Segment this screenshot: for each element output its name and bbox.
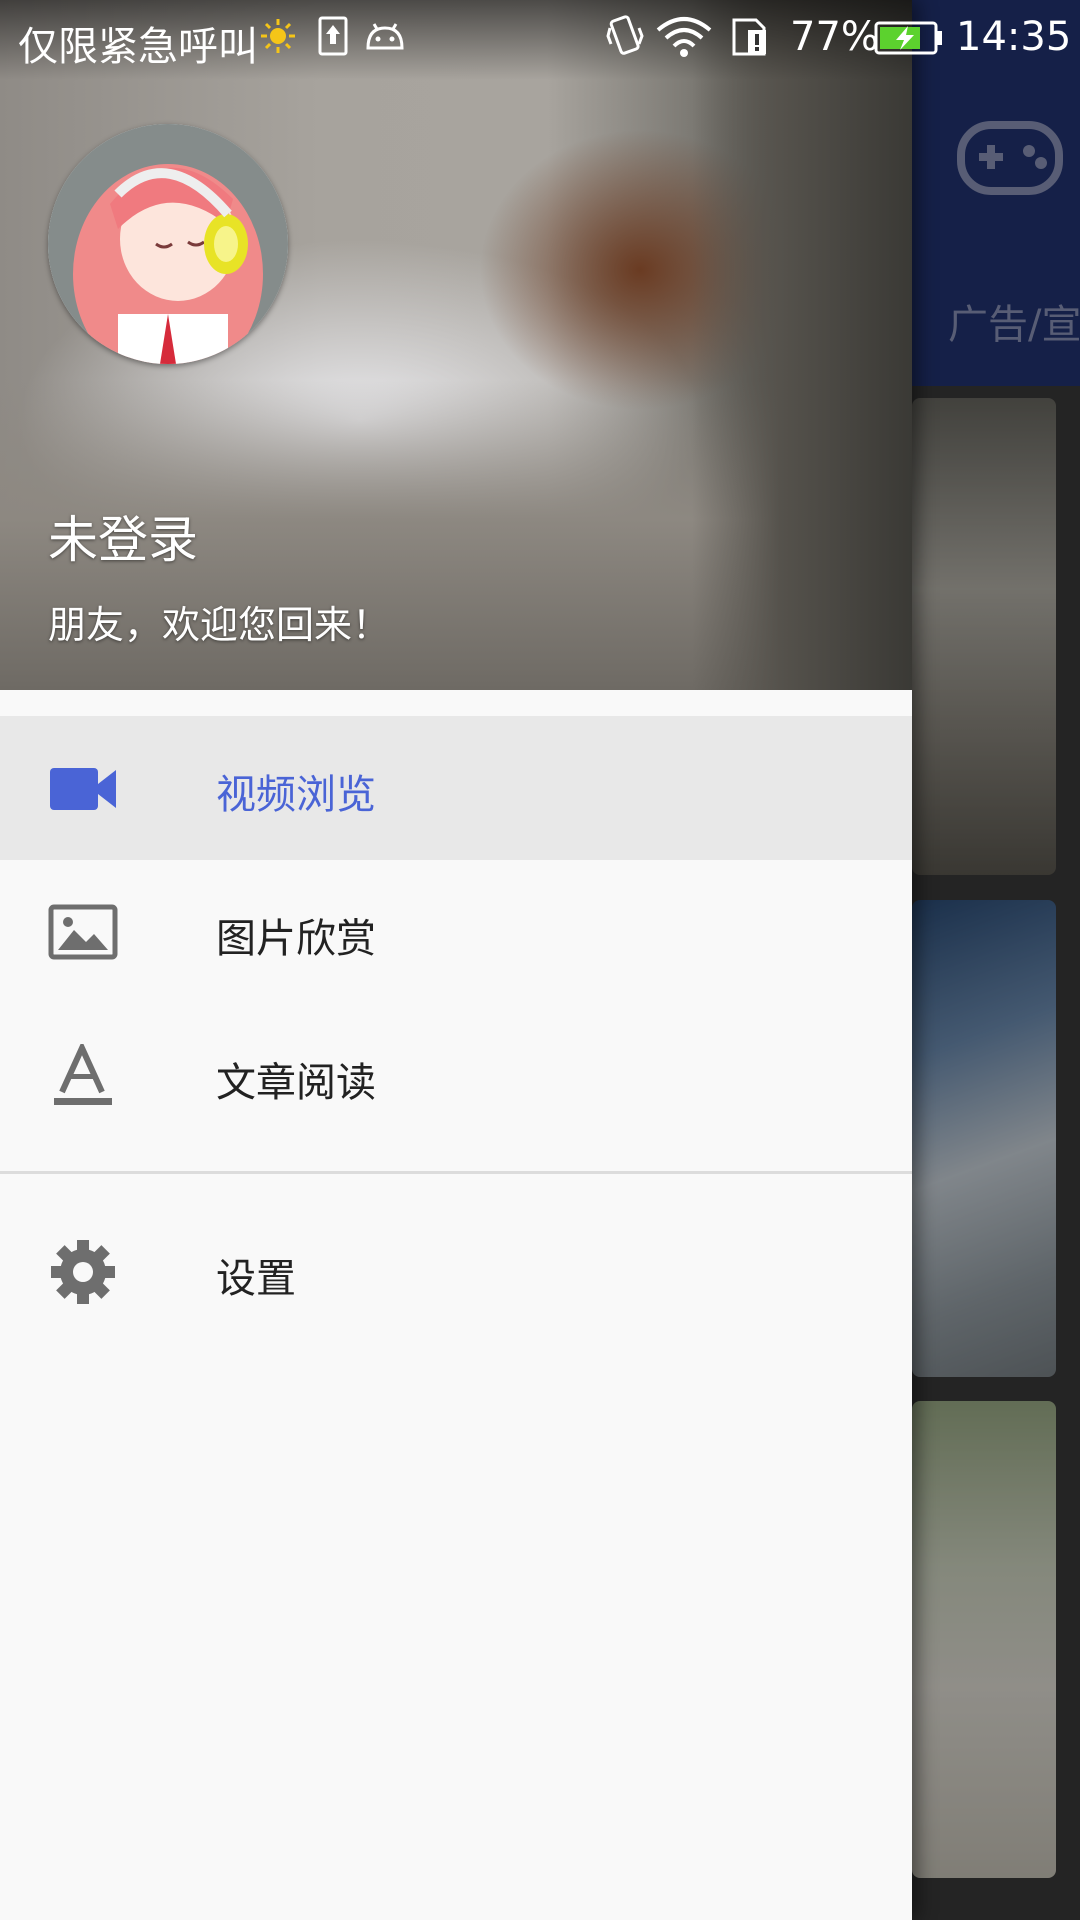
battery-percent: 77% xyxy=(790,14,879,60)
avatar[interactable] xyxy=(48,124,288,364)
wifi-icon xyxy=(656,17,712,57)
status-bar: 仅限紧急呼叫 77% 14:35 xyxy=(0,0,1080,76)
menu-item-label: 图片欣赏 xyxy=(216,916,376,962)
welcome-subtitle: 朋友，欢迎您回来！ xyxy=(48,603,391,647)
sim-icon xyxy=(732,18,766,56)
menu-item-label: 设置 xyxy=(216,1256,296,1302)
navigation-drawer: 未登录 朋友，欢迎您回来！ 视频浏览 图片欣赏 文章阅读 设置 xyxy=(0,0,912,1920)
upload-icon xyxy=(318,16,348,56)
videocam-icon xyxy=(50,768,116,810)
image-icon xyxy=(48,904,118,960)
clock: 14:35 xyxy=(956,14,1072,60)
drawer-header: 未登录 朋友，欢迎您回来！ xyxy=(0,0,912,690)
text-format-icon xyxy=(54,1044,112,1105)
login-status-title[interactable]: 未登录 xyxy=(48,500,198,572)
menu-item-settings[interactable]: 设置 xyxy=(0,1200,912,1344)
carrier-text: 仅限紧急呼叫 xyxy=(18,24,258,70)
gear-icon xyxy=(51,1240,115,1304)
menu-item-label: 视频浏览 xyxy=(216,772,376,818)
menu-divider xyxy=(0,1171,912,1174)
battery-icon xyxy=(874,21,942,55)
menu-item-images[interactable]: 图片欣赏 xyxy=(0,860,912,1004)
sun-icon xyxy=(261,19,295,53)
menu-item-label: 文章阅读 xyxy=(216,1060,376,1106)
vibrate-icon xyxy=(606,15,644,55)
menu-item-articles[interactable]: 文章阅读 xyxy=(0,1004,912,1148)
anime-avatar-icon xyxy=(48,124,288,364)
header-background-wall xyxy=(692,0,912,690)
menu-item-video[interactable]: 视频浏览 xyxy=(0,716,912,860)
android-icon xyxy=(366,23,404,50)
